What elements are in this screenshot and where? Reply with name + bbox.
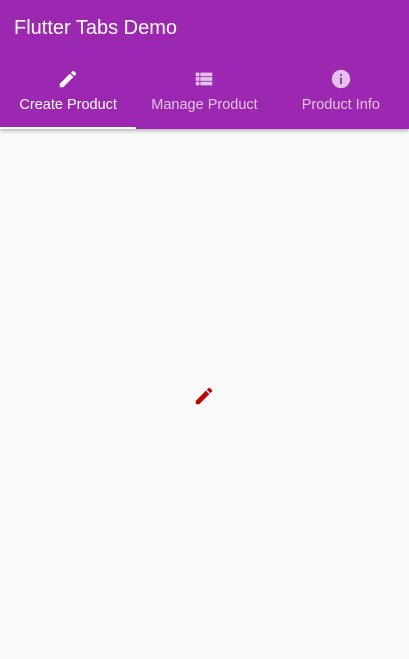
info-icon [331, 69, 350, 89]
tab-label: Create Product [19, 97, 117, 113]
app-bar: Flutter Tabs Demo Create Product Manage … [0, 0, 409, 129]
tab-indicator [0, 127, 137, 129]
tab-label: Manage Product [151, 97, 258, 113]
tab-content-area [0, 129, 409, 659]
tab-product-info[interactable]: Product Info [273, 56, 409, 129]
tab-create-product[interactable]: Create Product [0, 56, 137, 129]
app-title: Flutter Tabs Demo [14, 17, 178, 39]
edit-pencil-icon [59, 70, 77, 88]
list-view-icon [196, 72, 213, 86]
tab-label: Product Info [301, 97, 380, 113]
tab-bar: Create Product Manage Product Product In… [0, 56, 409, 129]
edit-pencil-icon [195, 387, 213, 405]
tab-manage-product[interactable]: Manage Product [136, 56, 272, 129]
